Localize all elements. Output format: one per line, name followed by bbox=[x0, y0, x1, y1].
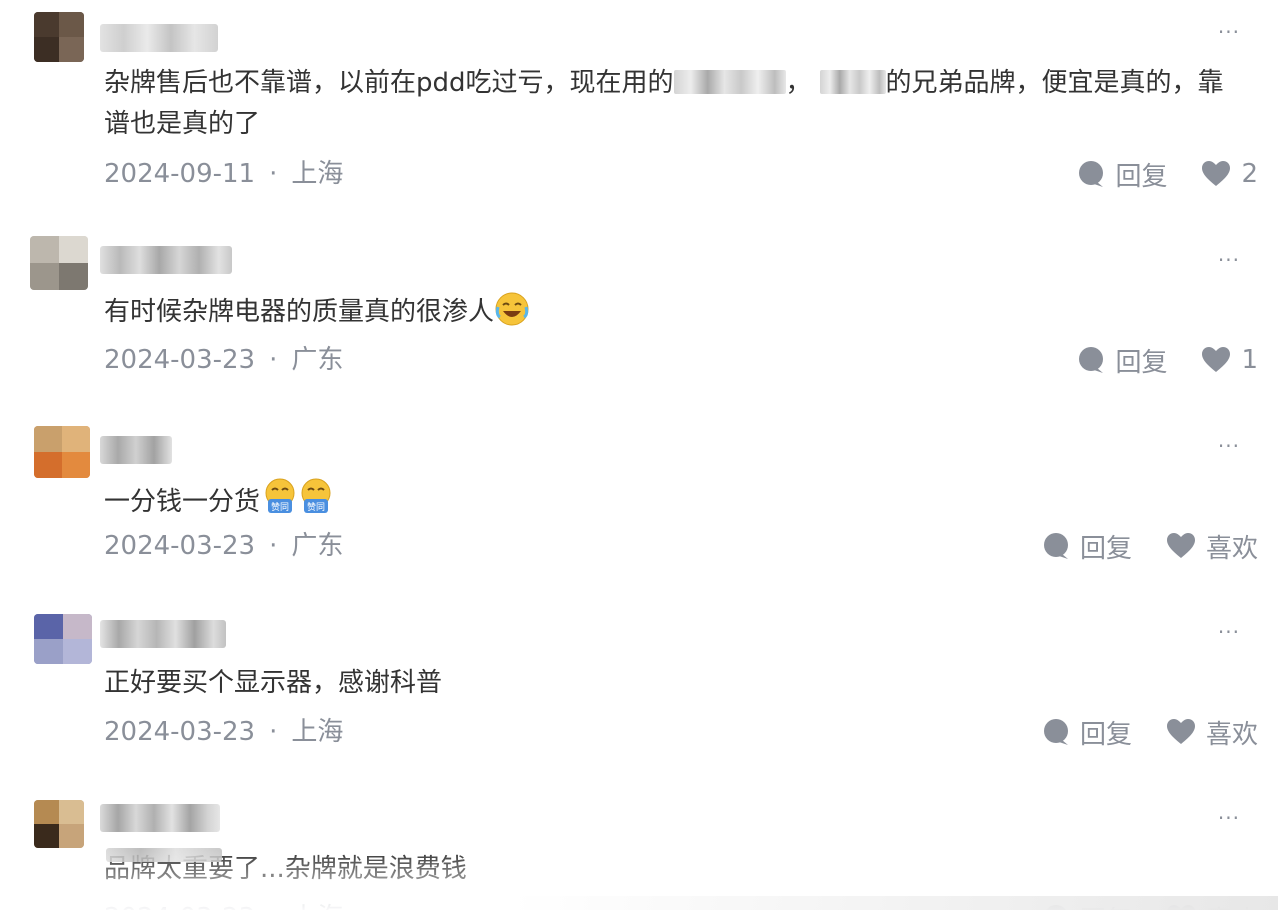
reply-button[interactable]: 回复 bbox=[1077, 342, 1167, 379]
comment-bubble-icon bbox=[1043, 533, 1068, 559]
like-button[interactable]: 2 bbox=[1201, 159, 1258, 189]
comment-date: 2024-03-23 bbox=[104, 903, 255, 910]
reply-label: 回复 bbox=[1079, 533, 1132, 564]
reply-label: 回复 bbox=[1115, 347, 1168, 378]
reply-button[interactable]: 回复 bbox=[1042, 528, 1132, 565]
like-button[interactable]: 喜欢 bbox=[1166, 900, 1258, 910]
username-redacted[interactable] bbox=[100, 24, 218, 52]
comment-text-part: 一分钱一分货 bbox=[104, 487, 261, 517]
comment-meta: 2024-03-23 · 上海 bbox=[104, 903, 343, 910]
comment-text: 正好要买个显示器，感谢科普 bbox=[104, 663, 1244, 704]
meta-separator: · bbox=[269, 345, 278, 375]
username-redacted[interactable] bbox=[100, 436, 172, 464]
comment-bubble-icon bbox=[1079, 161, 1104, 187]
comment-actions: 回复 2 bbox=[1077, 159, 1258, 192]
zan-tong-emoji: 赞同 bbox=[296, 477, 332, 513]
comment-date: 2024-03-23 bbox=[104, 345, 256, 375]
emoji-caption: 赞同 bbox=[307, 501, 325, 513]
comment-text-part: 正好要买个显示器，感谢科普 bbox=[104, 668, 443, 698]
reply-label: 回复 bbox=[1079, 719, 1132, 750]
comment-meta: 2024-03-23 · 广东 bbox=[104, 345, 343, 375]
more-options-button[interactable]: ··· bbox=[1218, 808, 1240, 828]
like-label: 喜欢 bbox=[1205, 533, 1258, 564]
like-button[interactable]: 1 bbox=[1201, 345, 1258, 375]
comment-location: 广东 bbox=[291, 345, 344, 375]
reply-label: 回复 bbox=[1080, 900, 1132, 910]
reply-button[interactable]: 回复 bbox=[1042, 900, 1132, 910]
like-label: 喜欢 bbox=[1206, 900, 1258, 910]
heart-icon bbox=[1167, 905, 1195, 910]
comment-location: 上海 bbox=[291, 903, 343, 910]
comment-text-part: ， bbox=[785, 68, 812, 98]
username-redacted[interactable] bbox=[100, 246, 232, 274]
heart-icon bbox=[1202, 347, 1231, 372]
comment-text: 有时候杂牌电器的质量真的很渗人 bbox=[104, 291, 1244, 333]
like-label: 2 bbox=[1241, 159, 1258, 189]
username-redacted[interactable] bbox=[100, 804, 220, 832]
comment-meta: 2024-09-11 · 上海 bbox=[104, 159, 343, 189]
comment-date: 2024-03-23 bbox=[104, 531, 256, 561]
like-button[interactable]: 喜欢 bbox=[1166, 528, 1258, 565]
avatar[interactable] bbox=[34, 800, 84, 848]
avatar[interactable] bbox=[34, 12, 84, 62]
reply-button[interactable]: 回复 bbox=[1042, 714, 1132, 751]
comment-date: 2024-09-11 bbox=[104, 159, 256, 189]
reply-label: 回复 bbox=[1115, 161, 1168, 192]
comment-meta: 2024-03-23 · 上海 bbox=[104, 717, 343, 747]
redaction-overlay bbox=[106, 848, 222, 862]
comment-text-part: 杂牌售后也不靠谱，以前在pdd吃过亏，现在用的 bbox=[104, 68, 674, 98]
comment-actions: 回复 喜欢 bbox=[1042, 903, 1258, 910]
comment-text-part: 有时候杂牌电器的质量真的很渗人 bbox=[104, 297, 495, 327]
comment-location: 广东 bbox=[291, 531, 344, 561]
comment-text: 品牌太重要了...杂牌就是浪费钱 bbox=[104, 849, 1244, 890]
comment-bubble-icon bbox=[1043, 719, 1068, 745]
comment-actions: 回复 喜欢 bbox=[1042, 717, 1258, 750]
avatar[interactable] bbox=[34, 614, 92, 664]
emoji-caption: 赞同 bbox=[271, 501, 289, 513]
comment-location: 上海 bbox=[291, 717, 344, 747]
heart-icon bbox=[1166, 533, 1195, 558]
like-label: 喜欢 bbox=[1205, 719, 1258, 750]
comment-meta: 2024-03-23 · 广东 bbox=[104, 531, 343, 561]
like-button[interactable]: 喜欢 bbox=[1166, 714, 1258, 751]
meta-separator: · bbox=[269, 717, 278, 747]
more-options-button[interactable]: ··· bbox=[1218, 436, 1240, 456]
comment-actions: 回复 1 bbox=[1077, 345, 1258, 378]
meta-separator: · bbox=[269, 159, 278, 189]
more-options-button[interactable]: ··· bbox=[1218, 22, 1240, 42]
comment-location: 上海 bbox=[291, 159, 344, 189]
like-label: 1 bbox=[1241, 345, 1258, 375]
comment-bubble-icon bbox=[1079, 347, 1104, 373]
meta-separator: · bbox=[269, 903, 277, 910]
comment-bubble-icon bbox=[1046, 905, 1066, 910]
heart-icon bbox=[1202, 161, 1231, 186]
reply-button[interactable]: 回复 bbox=[1077, 156, 1167, 193]
meta-separator: · bbox=[269, 531, 278, 561]
avatar[interactable] bbox=[34, 426, 90, 478]
zan-tong-emoji: 赞同 bbox=[260, 477, 296, 513]
more-options-button[interactable]: ··· bbox=[1218, 250, 1240, 270]
comment-text: 杂牌售后也不靠谱，以前在pdd吃过亏，现在用的，的兄弟品牌，便宜是真的，靠谱也是… bbox=[104, 63, 1244, 145]
redacted-brand bbox=[819, 70, 886, 94]
comment-date: 2024-03-23 bbox=[104, 717, 256, 747]
comment-actions: 回复 喜欢 bbox=[1042, 531, 1258, 564]
heart-icon bbox=[1166, 719, 1195, 744]
redacted-brand bbox=[673, 70, 786, 94]
more-options-button[interactable]: ··· bbox=[1218, 622, 1240, 642]
avatar[interactable] bbox=[30, 236, 88, 290]
comment-text: 一分钱一分货 赞同 赞同 bbox=[104, 477, 1244, 523]
comment-list: ··· 杂牌售后也不靠谱，以前在pdd吃过亏，现在用的，的兄弟品牌，便宜是真的，… bbox=[0, 0, 1278, 910]
cry-laugh-emoji bbox=[494, 291, 530, 327]
username-redacted[interactable] bbox=[100, 620, 226, 648]
